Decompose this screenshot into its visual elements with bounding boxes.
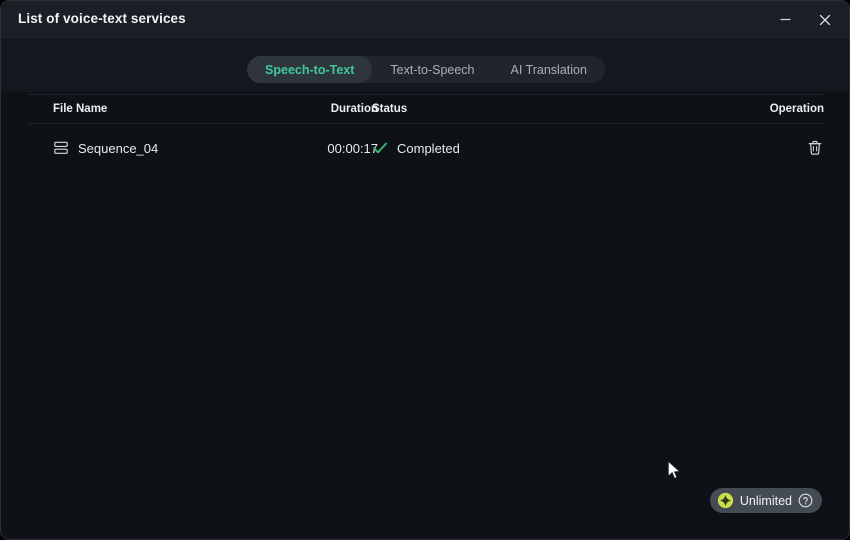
voice-text-services-window: List of voice-text services Speech-to-Te…: [0, 0, 850, 540]
column-header-duration: Duration: [330, 103, 378, 115]
column-header-status: Status: [372, 103, 408, 115]
tab-ai-translation[interactable]: AI Translation: [493, 56, 605, 83]
tab-bar: Speech-to-Text Text-to-Speech AI Transla…: [1, 38, 849, 92]
file-name-label: Sequence_04: [78, 140, 159, 156]
column-header-operation: Operation: [769, 103, 824, 115]
window-title: List of voice-text services: [18, 11, 186, 26]
help-circle-icon[interactable]: [798, 493, 813, 508]
cell-duration: 00:00:17: [301, 130, 378, 166]
tab-text-to-speech[interactable]: Text-to-Speech: [372, 56, 492, 83]
cell-status: Completed: [372, 130, 460, 166]
check-icon: [373, 142, 387, 154]
mouse-cursor: [667, 460, 682, 480]
close-icon: [819, 14, 831, 25]
cell-file-name: Sequence_04: [53, 130, 158, 166]
duration-label: 00:00:17: [327, 140, 378, 156]
trash-icon: [808, 140, 822, 155]
minimize-button[interactable]: [771, 6, 799, 33]
tab-label: Speech-to-Text: [265, 62, 355, 77]
unlimited-label: Unlimited: [739, 493, 792, 508]
tab-speech-to-text[interactable]: Speech-to-Text: [247, 56, 373, 83]
tab-label: Text-to-Speech: [390, 62, 475, 77]
tab-group: Speech-to-Text Text-to-Speech AI Transla…: [247, 56, 605, 83]
layers-icon: [54, 141, 68, 154]
title-bar: List of voice-text services: [1, 1, 849, 38]
status-badge: Completed: [397, 140, 460, 156]
delete-button[interactable]: [786, 130, 824, 166]
column-header-file-name: File Name: [53, 103, 108, 115]
star-burst-icon: [717, 492, 733, 509]
table-row[interactable]: Sequence_04 00:00:17 Completed: [28, 130, 824, 166]
close-button[interactable]: [811, 6, 839, 33]
minimize-icon: [780, 18, 790, 21]
tab-label: AI Translation: [510, 62, 587, 77]
table-header: File Name Duration Status Operation: [28, 94, 824, 124]
unlimited-badge[interactable]: Unlimited: [709, 488, 822, 513]
